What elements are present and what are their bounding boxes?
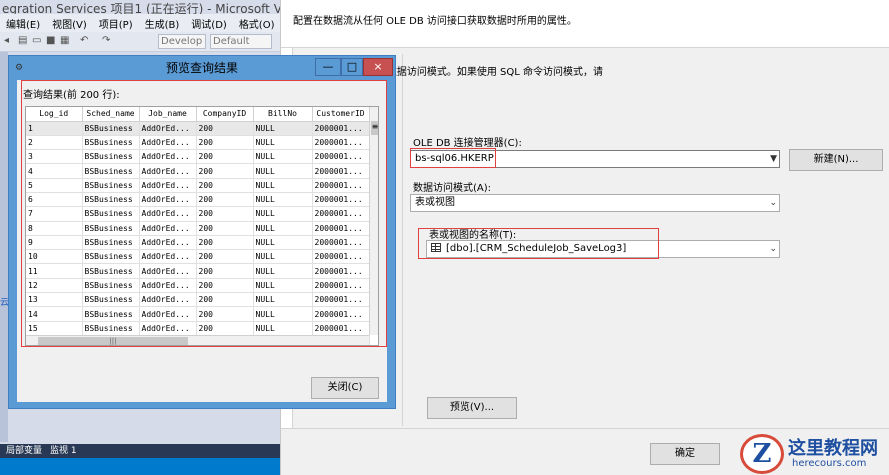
configuration-combo[interactable]: Develop [158,34,206,49]
highlight-box-table [418,228,659,259]
vs-window-title: egration Services 项目1 (正在运行) - Microsoft… [0,0,280,14]
highlight-box-connection [410,148,496,168]
menu-edit[interactable]: 编辑(E) [0,14,46,31]
watermark-text: 这里教程网 [788,438,878,459]
vs-bottom-tabs: 局部变量 监视 1 [0,444,280,458]
access-mode-label: 数据访问模式(A): [413,183,492,194]
tab-watch-1[interactable]: 监视 1 [46,444,81,458]
open-folder-icon[interactable]: ▭ [32,36,42,46]
access-mode-value: 表或视图 [415,197,455,208]
menu-view[interactable]: 视图(V) [46,14,93,31]
access-mode-combo[interactable]: 表或视图 ⌄ [410,194,780,212]
chevron-down-icon[interactable]: ⌄ [769,195,777,211]
editor-header-text: 配置在数据流从任何 OLE DB 访问接口获取数据时所用的属性。 [293,16,577,27]
save-icon[interactable]: ■ [46,36,56,46]
save-all-icon[interactable]: ▦ [60,36,70,46]
site-watermark: Z 这里教程网 herecours.com [740,432,889,475]
left-fragment: 云 [0,298,10,308]
new-connection-button[interactable]: 新建(N)... [789,149,883,171]
chevron-down-icon[interactable]: ⌄ [769,241,777,257]
vs-left-panel [0,52,8,442]
highlight-box-results [21,80,387,347]
vs-status-bar [0,458,280,475]
menu-format[interactable]: 格式(O) [233,14,280,31]
dropdown-arrow-icon[interactable]: ▼ [770,151,777,167]
ok-button[interactable]: 确定 [650,443,720,465]
undo-icon[interactable]: ↶ [80,36,90,46]
platform-combo[interactable]: Default [210,34,272,49]
maximize-button[interactable]: □ [341,58,363,76]
watermark-url: herecours.com [792,458,867,469]
editor-header: 配置在数据流从任何 OLE DB 访问接口获取数据时所用的属性。 [281,0,889,48]
preview-button[interactable]: 预览(V)... [427,397,517,419]
tab-locals[interactable]: 局部变量 [2,444,46,458]
vs-menu-bar: 编辑(E)视图(V)项目(P)生成(B)调试(D)格式(O)S [0,14,280,32]
menu-project[interactable]: 项目(P) [93,14,139,31]
redo-icon[interactable]: ↷ [102,36,112,46]
menu-debug[interactable]: 调试(D) [185,14,233,31]
close-button[interactable]: 关闭(C) [311,377,379,399]
vs-toolbar: ◂ ▤ ▭ ■ ▦ ↶ ↷ Develop Default [0,32,280,52]
preview-query-results-dialog: ⚙ 预览查询结果 — □ × 查询结果(前 200 行): Log_id Sch… [8,55,396,409]
watermark-logo: Z [740,434,784,474]
connection-manager-label: OLE DB 连接管理器(C): [413,138,522,149]
back-icon[interactable]: ◂ [4,36,14,46]
minimize-button[interactable]: — [315,58,341,76]
close-window-button[interactable]: × [363,58,393,76]
menu-build[interactable]: 生成(B) [139,14,186,31]
new-project-icon[interactable]: ▤ [18,36,28,46]
